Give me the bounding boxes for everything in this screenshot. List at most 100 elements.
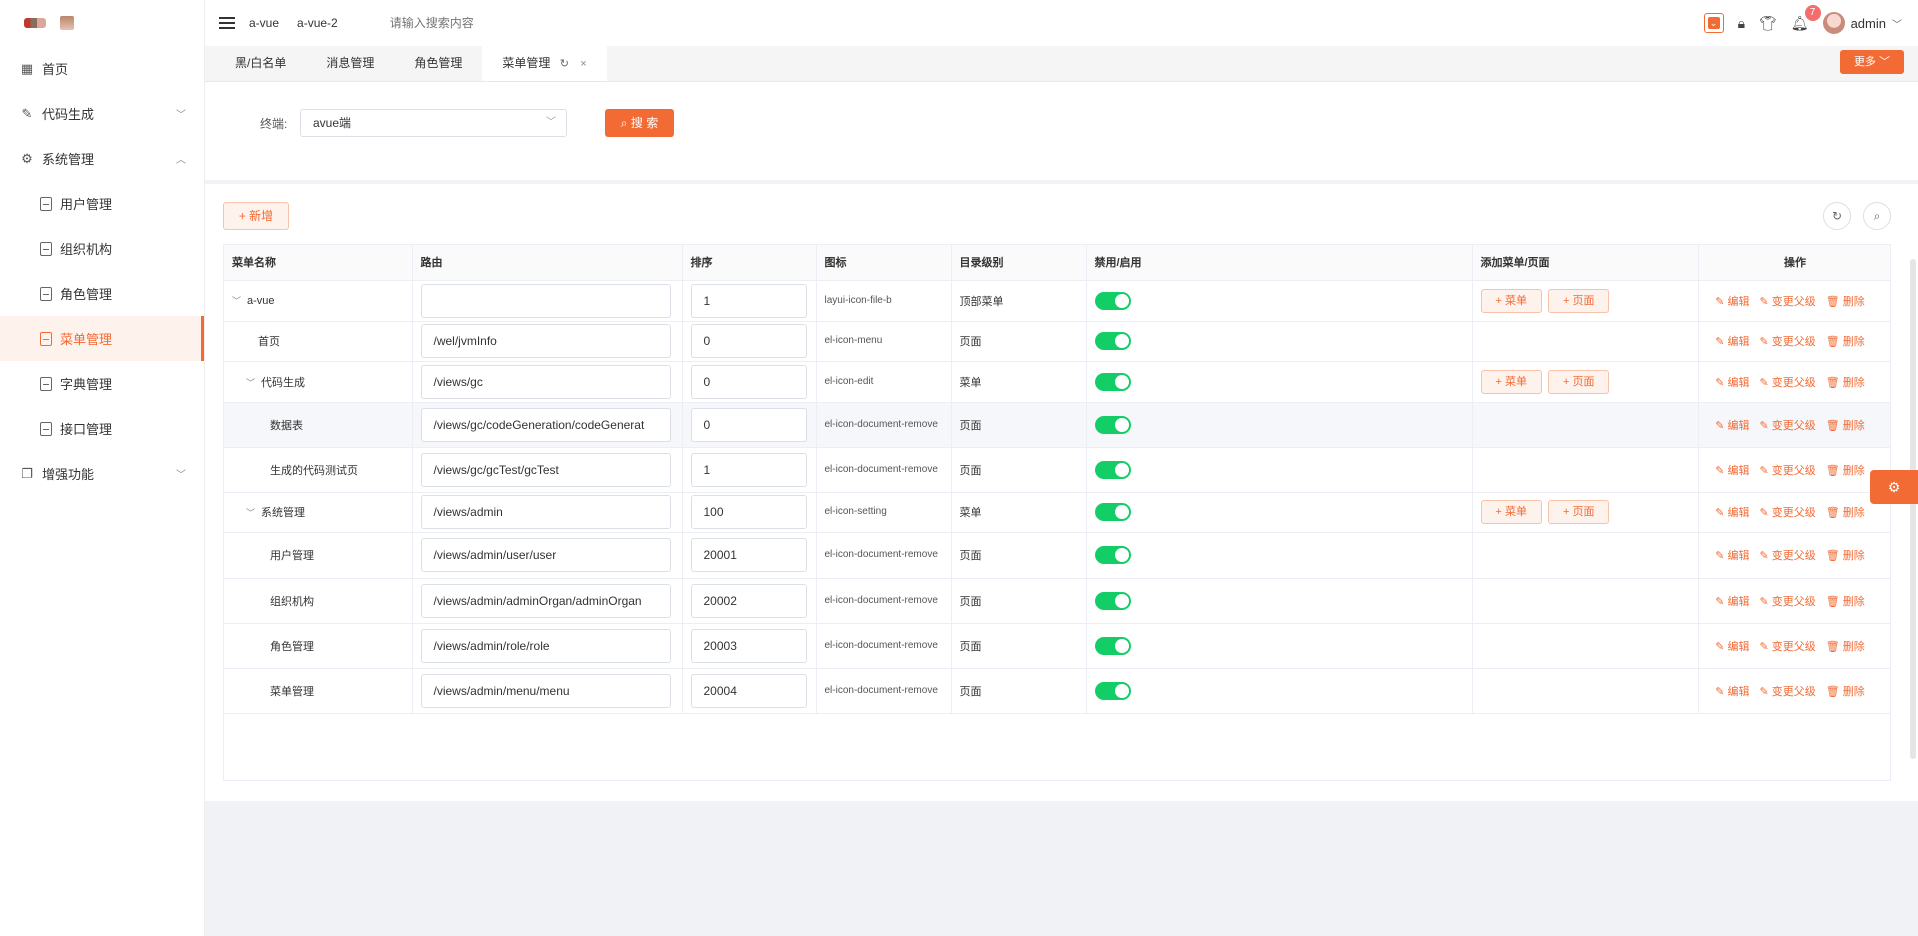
- add-page-button[interactable]: + 页面: [1547, 500, 1610, 524]
- edit-button[interactable]: ✎ 编辑: [1715, 686, 1749, 698]
- add-page-button[interactable]: + 页面: [1547, 288, 1610, 313]
- edit-button[interactable]: ✎ 编辑: [1715, 465, 1749, 477]
- refresh-icon[interactable]: ↻: [560, 58, 569, 70]
- sidebar-item-system[interactable]: ⚙ 系统管理 ︿: [0, 136, 204, 181]
- search-toggle-button[interactable]: ⌕: [1863, 202, 1891, 230]
- route-input[interactable]: /views/admin/menu/menu: [420, 673, 671, 708]
- enable-switch[interactable]: [1094, 591, 1131, 610]
- sidebar-item-enhance[interactable]: ❐ 增强功能 ﹀: [0, 451, 204, 496]
- edit-button[interactable]: ✎ 编辑: [1715, 377, 1749, 389]
- menu-toggle-icon[interactable]: [219, 17, 235, 29]
- change-parent-button[interactable]: ✎ 变更父级: [1759, 641, 1815, 653]
- sort-input[interactable]: 0: [690, 324, 807, 358]
- edit-button[interactable]: ✎ 编辑: [1715, 296, 1749, 308]
- expand-caret-icon[interactable]: ﹀: [246, 506, 255, 519]
- tab-blacklist[interactable]: 黑/白名单: [215, 45, 306, 81]
- add-menu-button[interactable]: + 菜单: [1480, 500, 1542, 524]
- delete-button[interactable]: 🗑︎ 删除: [1826, 377, 1865, 389]
- terminal-select[interactable]: avue端 ﹀: [300, 109, 567, 137]
- enable-switch[interactable]: [1094, 291, 1131, 310]
- change-parent-button[interactable]: ✎ 变更父级: [1759, 550, 1815, 562]
- shirt-icon[interactable]: 👕︎: [1759, 15, 1777, 32]
- change-parent-button[interactable]: ✎ 变更父级: [1759, 507, 1815, 519]
- edit-button[interactable]: ✎ 编辑: [1715, 420, 1749, 432]
- sort-input[interactable]: 1: [690, 452, 807, 487]
- user-menu[interactable]: admin ﹀: [1822, 12, 1902, 34]
- edit-button[interactable]: ✎ 编辑: [1715, 641, 1749, 653]
- sort-input[interactable]: 100: [690, 495, 807, 529]
- lock-icon[interactable]: 🔒︎: [1738, 15, 1745, 32]
- add-button[interactable]: + 新增: [223, 202, 289, 230]
- settings-float-button[interactable]: ⚙: [1870, 470, 1918, 504]
- bell-icon[interactable]: 🔔︎ 7: [1791, 4, 1821, 32]
- refresh-button[interactable]: ↻: [1823, 202, 1851, 230]
- sidebar-item-codegen[interactable]: ✎ 代码生成 ﹀: [0, 91, 204, 136]
- add-page-button[interactable]: + 页面: [1547, 369, 1610, 394]
- sidebar-item-organ[interactable]: 组织机构: [0, 226, 204, 271]
- enable-switch[interactable]: [1094, 503, 1131, 521]
- expand-caret-icon[interactable]: ﹀: [246, 376, 255, 389]
- route-input[interactable]: /views/admin/adminOrgan/adminOrgan: [420, 583, 671, 618]
- sort-input[interactable]: 20001: [690, 538, 807, 572]
- search-button[interactable]: ⌕ 搜 索: [605, 109, 674, 137]
- change-parent-button[interactable]: ✎ 变更父级: [1759, 596, 1815, 608]
- route-input[interactable]: [420, 283, 671, 318]
- sort-input[interactable]: 20002: [690, 583, 807, 618]
- delete-button[interactable]: 🗑︎ 删除: [1826, 686, 1865, 698]
- change-parent-button[interactable]: ✎ 变更父级: [1759, 296, 1815, 308]
- edit-button[interactable]: ✎ 编辑: [1715, 336, 1749, 348]
- more-button[interactable]: 更多 ﹀: [1839, 50, 1904, 74]
- enable-switch[interactable]: [1094, 415, 1131, 434]
- expand-caret-icon[interactable]: ﹀: [232, 294, 241, 307]
- change-parent-button[interactable]: ✎ 变更父级: [1759, 377, 1815, 389]
- sort-input[interactable]: 0: [690, 407, 807, 442]
- sidebar-item-dict[interactable]: 字典管理: [0, 361, 204, 406]
- sort-input[interactable]: 20004: [690, 673, 807, 708]
- top-link-a-vue-2[interactable]: a-vue-2: [297, 16, 338, 30]
- route-input[interactable]: /views/gc/gcTest/gcTest: [420, 452, 671, 487]
- logo[interactable]: [0, 0, 204, 46]
- edit-button[interactable]: ✎ 编辑: [1715, 507, 1749, 519]
- tab-roles[interactable]: 角色管理: [394, 45, 482, 81]
- enable-switch[interactable]: [1094, 681, 1131, 700]
- delete-button[interactable]: 🗑︎ 删除: [1826, 420, 1865, 432]
- route-input[interactable]: /views/admin/user/user: [420, 538, 671, 572]
- sidebar-item-users[interactable]: 用户管理: [0, 181, 204, 226]
- delete-button[interactable]: 🗑︎ 删除: [1826, 596, 1865, 608]
- enable-switch[interactable]: [1094, 636, 1131, 655]
- delete-button[interactable]: 🗑︎ 删除: [1826, 336, 1865, 348]
- enable-switch[interactable]: [1094, 372, 1131, 391]
- close-icon[interactable]: ×: [580, 58, 586, 70]
- change-parent-button[interactable]: ✎ 变更父级: [1759, 686, 1815, 698]
- change-parent-button[interactable]: ✎ 变更父级: [1759, 336, 1815, 348]
- sidebar-item-home[interactable]: ▦ 首页: [0, 46, 204, 91]
- enable-switch[interactable]: [1094, 460, 1131, 479]
- add-menu-button[interactable]: + 菜单: [1480, 288, 1542, 313]
- delete-button[interactable]: 🗑︎ 删除: [1826, 550, 1865, 562]
- route-input[interactable]: /wel/jvmInfo: [420, 324, 671, 358]
- delete-button[interactable]: 🗑︎ 删除: [1826, 507, 1865, 519]
- delete-button[interactable]: 🗑︎ 删除: [1826, 641, 1865, 653]
- sort-input[interactable]: 0: [690, 364, 807, 399]
- change-parent-button[interactable]: ✎ 变更父级: [1759, 465, 1815, 477]
- sidebar-item-roles[interactable]: 角色管理: [0, 271, 204, 316]
- table-scrollbar[interactable]: [1910, 259, 1916, 759]
- sidebar-item-api[interactable]: 接口管理: [0, 406, 204, 451]
- delete-button[interactable]: 🗑︎ 删除: [1826, 296, 1865, 308]
- edit-button[interactable]: ✎ 编辑: [1715, 550, 1749, 562]
- theme-square-icon[interactable]: ⌄: [1703, 13, 1724, 33]
- add-menu-button[interactable]: + 菜单: [1480, 369, 1542, 394]
- route-input[interactable]: /views/gc/codeGeneration/codeGenerat: [420, 407, 671, 442]
- edit-button[interactable]: ✎ 编辑: [1715, 596, 1749, 608]
- top-link-a-vue[interactable]: a-vue: [249, 16, 279, 30]
- delete-button[interactable]: 🗑︎ 删除: [1826, 465, 1865, 477]
- route-input[interactable]: /views/admin/role/role: [420, 628, 671, 663]
- sort-input[interactable]: 1: [690, 283, 807, 318]
- sidebar-item-menus[interactable]: 菜单管理: [0, 316, 204, 361]
- search-input[interactable]: [389, 16, 590, 30]
- change-parent-button[interactable]: ✎ 变更父级: [1759, 420, 1815, 432]
- sort-input[interactable]: 20003: [690, 628, 807, 663]
- route-input[interactable]: /views/admin: [420, 495, 671, 529]
- enable-switch[interactable]: [1094, 332, 1131, 350]
- tab-menus[interactable]: 菜单管理 ↻ ×: [482, 45, 607, 81]
